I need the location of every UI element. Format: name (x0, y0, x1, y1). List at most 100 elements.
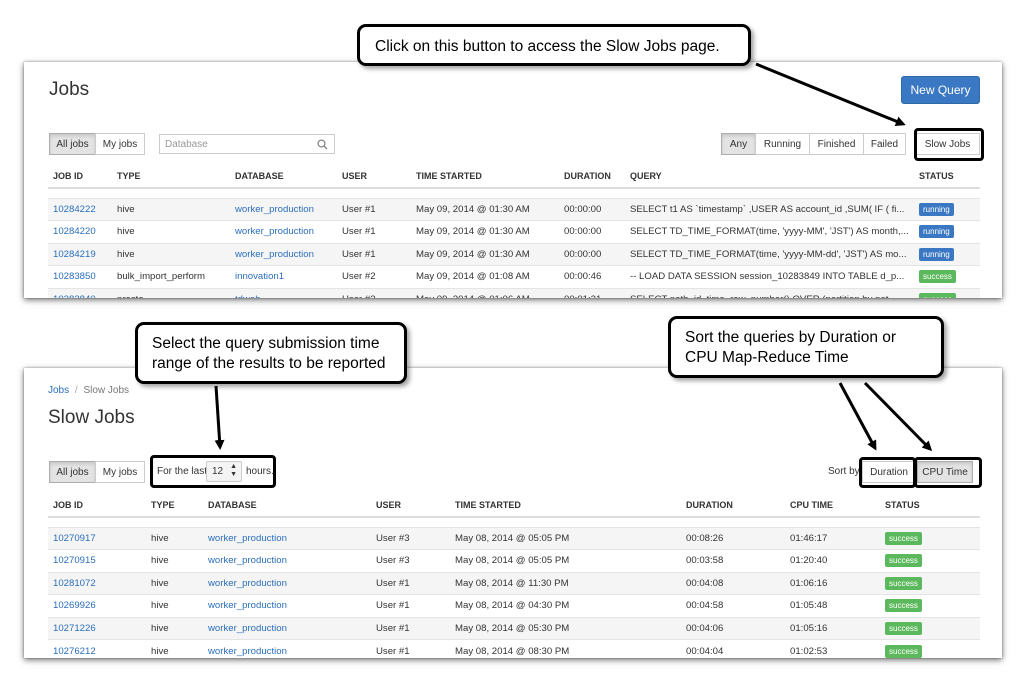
job-id-cell[interactable]: 10283840 (48, 287, 112, 298)
all-jobs-filter[interactable]: All jobs (49, 133, 96, 155)
database-cell[interactable]: worker_production (203, 571, 371, 595)
duration-cell: 00:08:26 (681, 526, 785, 550)
job-id-cell[interactable]: 10284222 (48, 197, 112, 221)
job-id-link[interactable]: 10276212 (53, 646, 96, 657)
job-id-cell[interactable]: 10269926 (48, 594, 146, 617)
job-id-cell[interactable]: 10271226 (48, 616, 146, 640)
table-row[interactable]: 10271226 hive worker_production User #1 May … (48, 616, 980, 640)
job-id-link[interactable]: 10284220 (53, 226, 96, 237)
table-row[interactable]: 10269926 hive worker_production User #1 May … (48, 594, 980, 617)
column-header[interactable]: DURATION (559, 164, 625, 189)
job-id-cell[interactable]: 10283850 (48, 265, 112, 288)
status-cell: success (880, 639, 980, 658)
job-id-link[interactable]: 10269926 (53, 600, 96, 611)
database-link[interactable]: worker_production (208, 600, 287, 611)
table-row[interactable]: 10284222 hive worker_production User #1 May … (48, 197, 980, 221)
status-badge: success (885, 531, 922, 545)
new-query-button[interactable]: New Query (901, 76, 980, 104)
column-header[interactable]: CPU TIME (785, 493, 880, 518)
table-row[interactable]: 10283850 bulk_import_perform innovation1 Us… (48, 265, 980, 288)
table-row[interactable]: 10270917 hive worker_production User #3 May … (48, 526, 980, 550)
table-row[interactable]: 10283840 presto tdweb User #2May 09, 2014 @… (48, 287, 980, 298)
job-id-link[interactable]: 10284219 (53, 249, 96, 260)
job-id-link[interactable]: 10270915 (53, 555, 96, 566)
status-cell: running (914, 197, 980, 221)
job-id-cell[interactable]: 10284219 (48, 242, 112, 266)
cpu-time-cell: 01:46:17 (785, 526, 880, 550)
column-header[interactable]: QUERY (625, 164, 914, 189)
database-link[interactable]: worker_production (235, 249, 314, 260)
database-cell[interactable]: innovation1 (230, 265, 337, 288)
database-cell[interactable]: worker_production (230, 242, 337, 266)
status-badge: success (885, 576, 922, 590)
database-link[interactable]: worker_production (235, 226, 314, 237)
database-link[interactable]: worker_production (208, 646, 287, 657)
job-id-cell[interactable]: 10276212 (48, 639, 146, 658)
database-cell[interactable]: worker_production (203, 639, 371, 658)
column-header[interactable]: TIME STARTED (450, 493, 681, 518)
job-id-cell[interactable]: 10270917 (48, 526, 146, 550)
job-id-cell[interactable]: 10284220 (48, 220, 112, 243)
column-header[interactable]: TYPE (112, 164, 230, 189)
column-header[interactable]: USER (337, 164, 411, 189)
database-search[interactable] (159, 134, 335, 154)
duration-cell: 00:01:21 (559, 287, 625, 298)
status-filter-failed[interactable]: Failed (863, 133, 906, 155)
database-cell[interactable]: worker_production (230, 197, 337, 221)
database-link[interactable]: worker_production (208, 623, 287, 634)
my-jobs-filter[interactable]: My jobs (95, 461, 145, 483)
table-row[interactable]: 10276212 hive worker_production User #1 May … (48, 639, 980, 658)
status-filter-finished[interactable]: Finished (809, 133, 864, 155)
job-id-cell[interactable]: 10270915 (48, 549, 146, 572)
table-row[interactable]: 10281072 hive worker_production User #1 May … (48, 571, 980, 595)
job-id-cell[interactable]: 10281072 (48, 571, 146, 595)
column-header[interactable]: DATABASE (230, 164, 337, 189)
table-row[interactable]: 10284219 hive worker_production User #1 May … (48, 242, 980, 266)
database-cell[interactable]: worker_production (203, 594, 371, 617)
user-cell: User #3 (371, 526, 450, 550)
database-cell[interactable]: worker_production (203, 616, 371, 640)
database-link[interactable]: tdweb (235, 294, 261, 298)
database-cell[interactable]: worker_production (203, 526, 371, 550)
breadcrumb-jobs-link[interactable]: Jobs (48, 385, 69, 396)
my-jobs-filter[interactable]: My jobs (95, 133, 145, 155)
column-header[interactable]: TIME STARTED (411, 164, 559, 189)
column-header[interactable]: USER (371, 493, 450, 518)
status-filter-any[interactable]: Any (721, 133, 756, 155)
spacer-cell (48, 517, 980, 527)
database-link[interactable]: worker_production (235, 204, 314, 215)
table-row[interactable]: 10270915 hive worker_production User #3 May … (48, 549, 980, 572)
column-header[interactable]: DATABASE (203, 493, 371, 518)
column-header[interactable]: STATUS (914, 164, 980, 189)
database-cell[interactable]: worker_production (230, 220, 337, 243)
column-header[interactable]: TYPE (146, 493, 203, 518)
job-id-link[interactable]: 10271226 (53, 623, 96, 634)
column-header[interactable]: JOB ID (48, 493, 146, 518)
database-cell[interactable]: tdweb (230, 287, 337, 298)
table-row[interactable]: 10284220 hive worker_production User #1 May … (48, 220, 980, 243)
all-jobs-filter[interactable]: All jobs (49, 461, 96, 483)
job-id-link[interactable]: 10283840 (53, 294, 96, 298)
job-id-link[interactable]: 10283850 (53, 271, 96, 282)
status-badge: running (919, 202, 954, 216)
time-started-cell: May 08, 2014 @ 05:05 PM (450, 526, 681, 550)
job-id-link[interactable]: 10270917 (53, 533, 96, 544)
job-id-link[interactable]: 10284222 (53, 204, 96, 215)
type-cell: hive (146, 639, 203, 658)
job-id-link[interactable]: 10281072 (53, 578, 96, 589)
table-spacer (48, 517, 980, 527)
time-started-cell: May 08, 2014 @ 05:05 PM (450, 549, 681, 572)
status-badge: success (919, 293, 956, 298)
database-link[interactable]: worker_production (208, 578, 287, 589)
column-header[interactable]: JOB ID (48, 164, 112, 189)
database-cell[interactable]: worker_production (203, 549, 371, 572)
search-icon[interactable] (317, 139, 328, 150)
column-header[interactable]: DURATION (681, 493, 785, 518)
status-filter-running[interactable]: Running (755, 133, 810, 155)
database-link[interactable]: innovation1 (235, 271, 284, 282)
database-link[interactable]: worker_production (208, 533, 287, 544)
database-link[interactable]: worker_production (208, 555, 287, 566)
column-header[interactable]: STATUS (880, 493, 980, 518)
query-cell: SELECT TD_TIME_FORMAT(time, 'yyyy-MM-dd'… (625, 242, 914, 266)
database-search-input[interactable] (165, 138, 305, 150)
